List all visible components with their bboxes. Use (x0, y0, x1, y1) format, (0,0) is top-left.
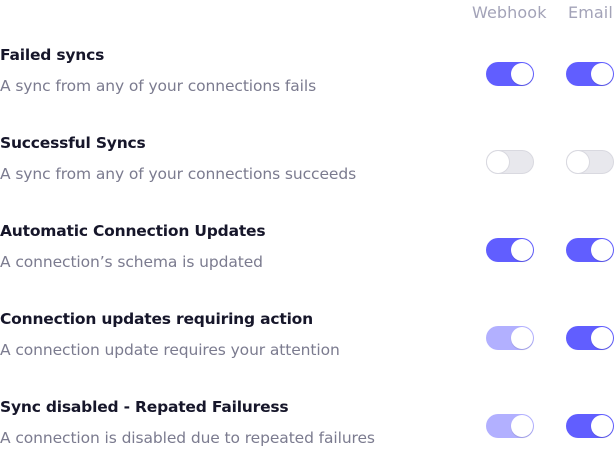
webhook-toggle[interactable] (486, 62, 534, 86)
toggle-knob (487, 151, 509, 173)
notification-row-connection-updates: Automatic Connection Updates A connectio… (0, 222, 614, 282)
toggle-knob (511, 415, 533, 437)
email-column-header: Email (568, 3, 613, 22)
notification-title: Sync disabled - Repated Failuress (0, 398, 289, 416)
email-toggle[interactable] (566, 326, 614, 350)
notification-title: Automatic Connection Updates (0, 222, 266, 240)
toggle-knob (511, 327, 533, 349)
toggle-knob (511, 63, 533, 85)
notification-row-updates-requiring-action: Connection updates requiring action A co… (0, 310, 614, 370)
webhook-toggle[interactable] (486, 150, 534, 174)
notification-description: A sync from any of your connections succ… (0, 165, 357, 183)
webhook-column-header: Webhook (472, 3, 547, 22)
webhook-toggle[interactable] (486, 414, 534, 438)
notification-description: A connection update requires your attent… (0, 341, 340, 359)
toggle-knob (511, 239, 533, 261)
notification-description: A connection is disabled due to repeated… (0, 429, 375, 447)
email-toggle[interactable] (566, 62, 614, 86)
email-toggle[interactable] (566, 238, 614, 262)
toggle-knob (567, 151, 589, 173)
notification-row-sync-disabled: Sync disabled - Repated Failuress A conn… (0, 398, 614, 458)
toggle-knob (591, 415, 613, 437)
toggle-knob (591, 63, 613, 85)
notification-title: Failed syncs (0, 46, 105, 64)
notification-description: A sync from any of your connections fail… (0, 77, 317, 95)
toggle-knob (591, 327, 613, 349)
toggle-knob (591, 239, 613, 261)
notification-description: A connection’s schema is updated (0, 253, 263, 271)
notification-row-failed-syncs: Failed syncs A sync from any of your con… (0, 46, 614, 106)
webhook-toggle[interactable] (486, 326, 534, 350)
notification-row-successful-syncs: Successful Syncs A sync from any of your… (0, 134, 614, 194)
notification-title: Successful Syncs (0, 134, 146, 152)
notification-title: Connection updates requiring action (0, 310, 313, 328)
email-toggle[interactable] (566, 414, 614, 438)
email-toggle[interactable] (566, 150, 614, 174)
webhook-toggle[interactable] (486, 238, 534, 262)
